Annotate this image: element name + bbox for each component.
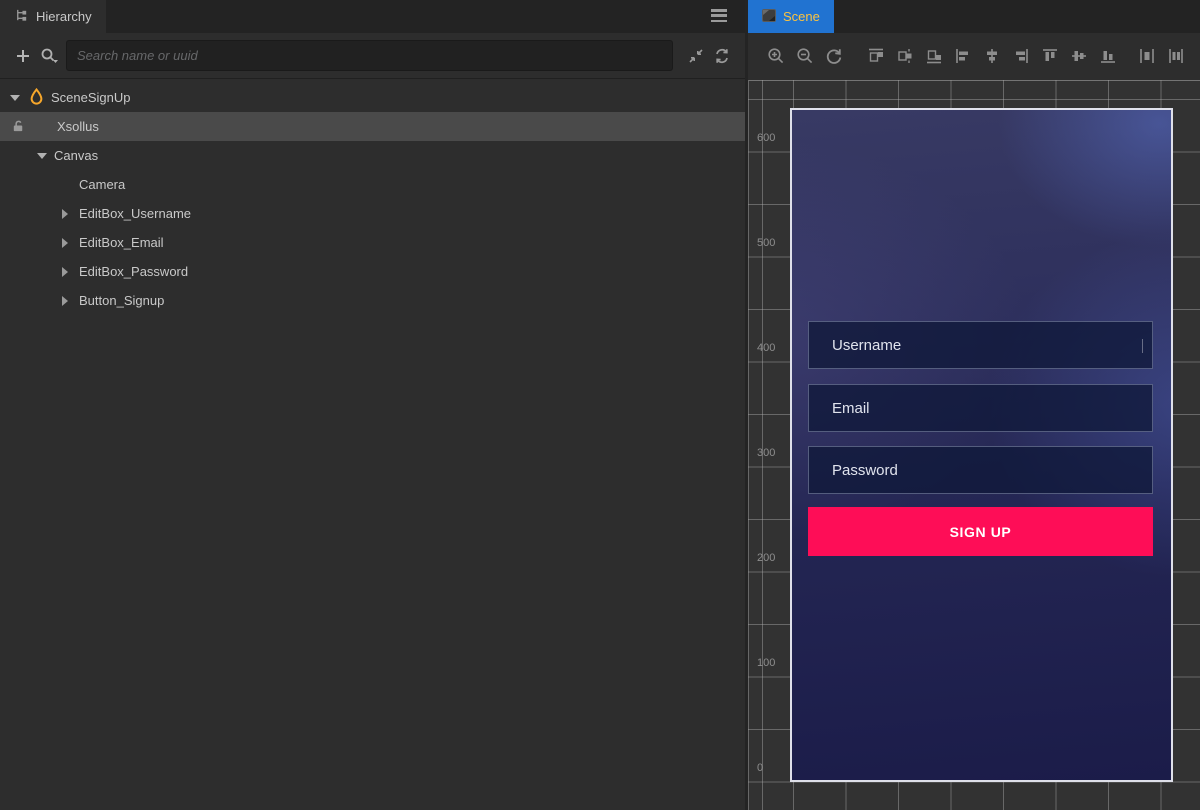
- editbox-username[interactable]: Username: [808, 321, 1153, 369]
- collapse-all-icon[interactable]: [683, 43, 709, 69]
- hierarchy-panel: Hierarchy: [0, 0, 745, 810]
- hierarchy-tree: SceneSignUp Xsollus Canvas Camera EditBo…: [0, 79, 745, 315]
- tab-hierarchy-label: Hierarchy: [36, 9, 92, 24]
- collapsed-arrow-icon[interactable]: [62, 238, 68, 248]
- tree-item-label: Button_Signup: [79, 293, 164, 308]
- panel-menu-icon[interactable]: [711, 9, 727, 23]
- scene-panel: Scene: [745, 0, 1200, 810]
- hierarchy-toolbar: [0, 33, 745, 79]
- ruler-label: 300: [757, 447, 775, 459]
- tree-item-canvas[interactable]: Canvas: [0, 141, 745, 170]
- distribute-vertical-icon[interactable]: [1164, 44, 1188, 68]
- hierarchy-tabbar: Hierarchy: [0, 0, 745, 33]
- collapsed-arrow-icon[interactable]: [62, 267, 68, 277]
- design-canvas[interactable]: Username Email Password SIGN UP: [790, 108, 1173, 782]
- unlock-icon[interactable]: [11, 118, 26, 136]
- editbox-password[interactable]: Password: [808, 446, 1153, 494]
- search-filter-button[interactable]: [36, 43, 62, 69]
- zoom-in-icon[interactable]: [764, 44, 788, 68]
- expand-arrow-icon[interactable]: [10, 95, 20, 101]
- username-placeholder: Username: [832, 337, 901, 354]
- align-top-icon[interactable]: [1038, 44, 1062, 68]
- tree-item-button-signup[interactable]: Button_Signup: [0, 286, 745, 315]
- ruler-label: 500: [757, 237, 775, 249]
- tree-item-label: Canvas: [54, 148, 98, 163]
- tree-item-editbox-username[interactable]: EditBox_Username: [0, 199, 745, 228]
- collapsed-arrow-icon[interactable]: [62, 209, 68, 219]
- scene-tab-icon: [762, 9, 776, 25]
- align-horizontal-center-icon[interactable]: [980, 44, 1004, 68]
- tree-item-label: EditBox_Email: [79, 235, 164, 250]
- ruler-label: 400: [757, 342, 775, 354]
- ruler-label: 600: [757, 132, 775, 144]
- signup-button[interactable]: SIGN UP: [808, 507, 1153, 556]
- align-bottom-icon[interactable]: [1096, 44, 1120, 68]
- distribute-horizontal-icon[interactable]: [1135, 44, 1159, 68]
- tree-item-label: EditBox_Username: [79, 206, 191, 221]
- email-placeholder: Email: [832, 400, 870, 417]
- hierarchy-tree-icon: [14, 8, 29, 26]
- signup-button-label: SIGN UP: [950, 524, 1012, 540]
- collapsed-arrow-icon[interactable]: [62, 296, 68, 306]
- tree-item-camera[interactable]: Camera: [0, 170, 745, 199]
- tree-item-label: SceneSignUp: [51, 90, 131, 105]
- dock-middle-icon[interactable]: [893, 44, 917, 68]
- dock-bottom-icon[interactable]: [922, 44, 946, 68]
- tree-item-editbox-email[interactable]: EditBox_Email: [0, 228, 745, 257]
- tree-item-xsollus[interactable]: Xsollus: [0, 112, 745, 141]
- password-placeholder: Password: [832, 462, 898, 479]
- create-node-button[interactable]: [10, 43, 36, 69]
- ruler-label: 100: [757, 657, 775, 669]
- align-right-icon[interactable]: [1009, 44, 1033, 68]
- scene-viewport[interactable]: 600 500 400 300 200 100 0 Username Email…: [748, 80, 1200, 810]
- tree-item-label: Xsollus: [57, 119, 99, 134]
- editbox-email[interactable]: Email: [808, 384, 1153, 432]
- ruler-label: 200: [757, 552, 775, 564]
- expand-arrow-icon[interactable]: [37, 153, 47, 159]
- tab-scene[interactable]: Scene: [748, 0, 834, 33]
- search-input[interactable]: [66, 40, 673, 71]
- scene-toolbar: [748, 33, 1200, 79]
- dock-top-icon[interactable]: [864, 44, 888, 68]
- scene-tabbar: Scene: [748, 0, 1200, 33]
- reset-view-icon[interactable]: [822, 44, 846, 68]
- zoom-out-icon[interactable]: [793, 44, 817, 68]
- tree-item-editbox-password[interactable]: EditBox_Password: [0, 257, 745, 286]
- tree-item-scenesignup[interactable]: SceneSignUp: [0, 83, 745, 112]
- scene-asset-icon: [29, 88, 44, 108]
- tab-scene-label: Scene: [783, 9, 820, 24]
- refresh-icon[interactable]: [709, 43, 735, 69]
- ruler-label: 0: [757, 762, 763, 774]
- align-vertical-center-icon[interactable]: [1067, 44, 1091, 68]
- tree-item-label: Camera: [79, 177, 125, 192]
- tree-item-label: EditBox_Password: [79, 264, 188, 279]
- text-caret: [1142, 339, 1143, 353]
- align-left-icon[interactable]: [951, 44, 975, 68]
- tab-hierarchy[interactable]: Hierarchy: [0, 0, 106, 33]
